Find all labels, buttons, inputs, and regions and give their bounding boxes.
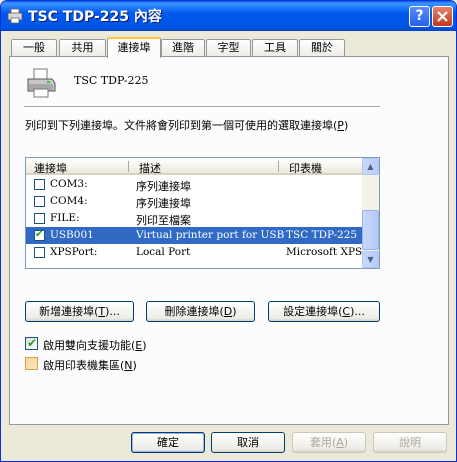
tab-advanced[interactable]: 進階 [161,39,205,57]
port-name: USB001 [50,229,94,241]
ports-list[interactable]: 連接埠 描述 印表機 COM3: 序列連接埠 COM4: 序列連接埠 FILE:… [25,157,380,269]
port-name: FILE: [50,212,80,224]
port-name: COM3: [50,178,88,190]
column-printer[interactable]: 印表機 [289,160,322,176]
port-row-xpsport[interactable]: XPSPort: Local Port Microsoft XPS D [26,244,362,261]
tab-strip: 一般 共用 連接埠 進階 字型 工具 關於 [9,37,449,58]
delete-port-button[interactable]: 刪除連接埠(D) [146,301,255,322]
printer-properties-dialog: TSC TDP-225 內容 ? 一般 共用 連接埠 進階 字型 工具 關於 T… [0,0,457,462]
checkmark-icon: ✔ [27,336,38,350]
separator [24,106,380,108]
port-checkbox[interactable] [34,247,45,258]
bidirectional-support-checkbox[interactable]: ✔ 啟用雙向支援功能(E) [25,336,185,352]
column-description[interactable]: 描述 [139,160,161,176]
ports-tab-panel: TSC TDP-225 列印到下列連接埠。文件將會列印到第一個可使用的選取連接埠… [9,56,449,425]
checkmark-icon: ✔ [35,229,44,240]
scroll-thumb[interactable] [362,210,379,250]
chevron-up-icon: ▲ [367,162,374,171]
port-description: Virtual printer port for USB [136,229,285,241]
add-port-button[interactable]: 新增連接埠(T)... [25,301,134,322]
port-description: 序列連接埠 [136,197,191,210]
printer-pooling-checkbox[interactable]: 啟用印表機集區(N) [25,356,185,372]
tab-tools[interactable]: 工具 [252,39,298,57]
port-name: COM4: [50,195,88,207]
scroll-up-button[interactable]: ▲ [362,158,379,175]
printer-icon [27,68,56,98]
close-icon [437,11,448,22]
port-row-com3[interactable]: COM3: 序列連接埠 [26,176,362,193]
close-button[interactable] [432,6,453,27]
help-button[interactable]: 說明 [373,432,447,453]
apply-button[interactable]: 套用(A) [292,432,366,453]
help-title-button[interactable]: ? [409,6,430,27]
cancel-button[interactable]: 取消 [211,432,285,453]
column-divider[interactable] [278,161,279,172]
tab-fonts[interactable]: 字型 [206,39,251,57]
port-row-file[interactable]: FILE: 列印至檔案 [26,210,362,227]
checkbox-box[interactable]: ✔ [25,336,38,350]
port-checkbox[interactable] [34,213,45,224]
printer-icon [7,8,23,24]
chevron-down-icon: ▼ [367,255,374,264]
port-name: XPSPort: [50,246,98,258]
configure-port-button[interactable]: 設定連接埠(C)... [268,301,380,322]
description-text: 列印到下列連接埠。文件將會列印到第一個可使用的選取連接埠 [25,119,333,132]
port-printer: TSC TDP-225 [286,229,358,241]
port-printer: Microsoft XPS D [286,246,362,258]
port-description: 序列連接埠 [136,180,191,193]
list-header: 連接埠 描述 印表機 [26,158,362,175]
ok-button[interactable]: 確定 [131,432,205,453]
title-bar[interactable]: TSC TDP-225 內容 ? [1,1,456,31]
port-description: Local Port [136,246,191,258]
port-checkbox[interactable]: ✔ [34,229,45,241]
column-port[interactable]: 連接埠 [34,160,67,176]
checkbox-box[interactable] [25,357,38,370]
port-checkbox[interactable] [34,179,45,190]
bidirectional-label: 啟用雙向支援功能 [43,339,131,352]
pooling-label: 啟用印表機集區 [43,359,120,372]
port-description: 列印至檔案 [136,214,191,227]
port-row-com4[interactable]: COM4: 序列連接埠 [26,193,362,210]
tab-about[interactable]: 關於 [299,39,345,57]
window-title: TSC TDP-225 內容 [28,9,162,25]
scroll-down-button[interactable]: ▼ [362,251,379,268]
ports-description: 列印到下列連接埠。文件將會列印到第一個可使用的選取連接埠(P) [25,119,349,132]
port-checkbox[interactable] [34,196,45,207]
tab-ports[interactable]: 連接埠 [107,37,161,58]
column-divider[interactable] [128,161,129,172]
port-row-usb001[interactable]: ✔ USB001 Virtual printer port for USB TS… [26,227,362,244]
vertical-scrollbar[interactable]: ▲ ▼ [362,158,379,268]
tab-general[interactable]: 一般 [11,39,57,57]
tab-sharing[interactable]: 共用 [59,39,106,57]
printer-name: TSC TDP-225 [74,74,149,87]
list-rows: COM3: 序列連接埠 COM4: 序列連接埠 FILE: 列印至檔案 ✔ US… [26,176,362,268]
description-accel: P [337,119,344,132]
